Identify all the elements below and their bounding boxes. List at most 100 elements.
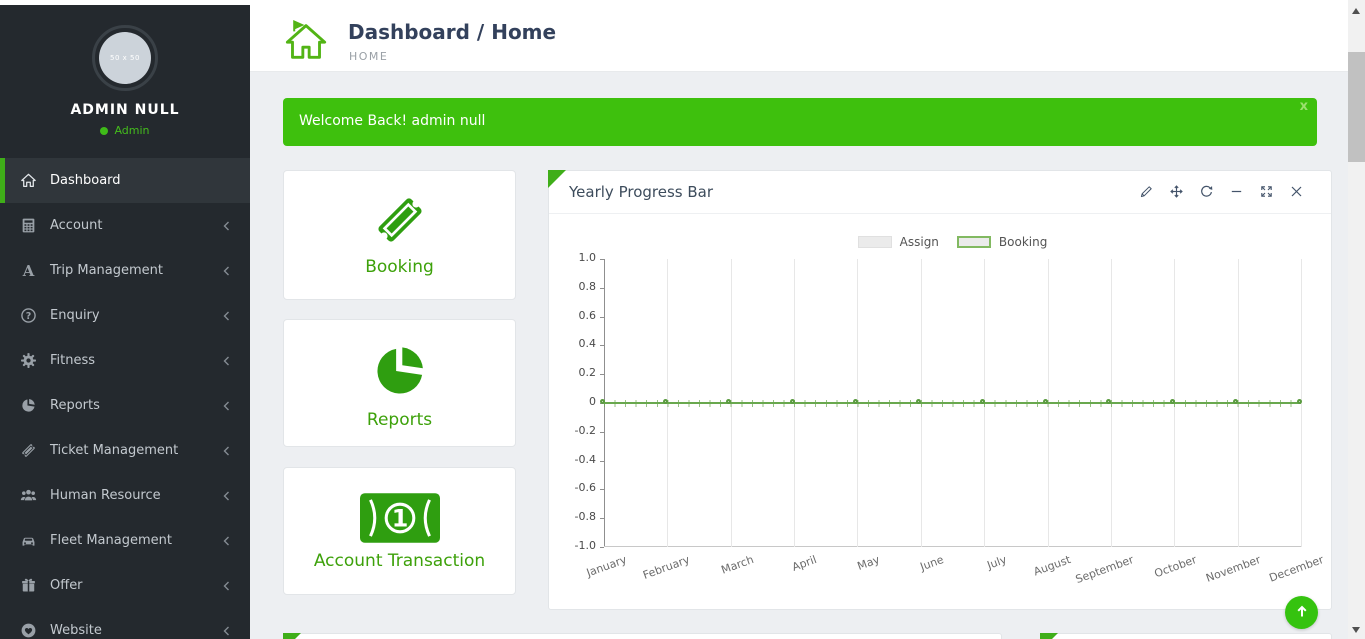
legend-label: Booking <box>999 235 1047 249</box>
svg-text:?: ? <box>26 311 32 322</box>
sidebar-item-label: Offer <box>50 578 83 593</box>
sidebar-item-offer[interactable]: Offer <box>0 563 250 608</box>
reports-card[interactable]: Reports <box>283 319 516 447</box>
money-icon: 1 <box>284 493 515 543</box>
chevron-left-icon <box>222 310 230 321</box>
chevron-left-icon <box>222 490 230 501</box>
scroll-to-top-button[interactable] <box>1285 596 1318 629</box>
y-axis-tick-label: 0 <box>550 395 596 408</box>
car-icon <box>20 532 37 549</box>
booking-card[interactable]: Booking <box>283 170 516 300</box>
pie-chart-icon <box>284 340 515 402</box>
arrow-up-icon <box>1294 603 1310 623</box>
sidebar-item-label: Website <box>50 623 102 638</box>
x-axis <box>604 546 1301 547</box>
edit-icon[interactable] <box>1139 184 1154 199</box>
svg-text:1: 1 <box>391 505 408 533</box>
account-transaction-card[interactable]: 1 Account Transaction <box>283 467 516 595</box>
close-icon[interactable]: x <box>1300 100 1308 114</box>
data-point-marker <box>1043 399 1048 404</box>
chevron-left-icon <box>222 445 230 456</box>
sidebar-item-label: Dashboard <box>50 173 121 188</box>
legend-swatch <box>957 236 991 248</box>
y-axis-tick-label: -0.2 <box>550 424 596 437</box>
sidebar-item-fitness[interactable]: Fitness <box>0 338 250 383</box>
scrollbar-up-arrow[interactable] <box>1352 8 1360 14</box>
trip-icon: A <box>20 262 37 279</box>
data-point-marker <box>916 399 921 404</box>
collapse-icon[interactable] <box>1229 184 1244 199</box>
sidebar-item-account[interactable]: Account <box>0 203 250 248</box>
sidebar-item-website[interactable]: Website <box>0 608 250 639</box>
sidebar-item-fleet-management[interactable]: Fleet Management <box>0 518 250 563</box>
bottom-panel-right <box>1040 633 1332 639</box>
close-icon[interactable] <box>1289 184 1304 199</box>
data-point-marker <box>726 399 731 404</box>
sidebar-item-human-resource[interactable]: Human Resource <box>0 473 250 518</box>
divider <box>549 213 1331 214</box>
y-axis-tick-label: 0.2 <box>550 366 596 379</box>
y-axis-tick-label: 1.0 <box>550 251 596 264</box>
sidebar-item-label: Account <box>50 218 103 233</box>
gear-icon <box>20 352 37 369</box>
scrollbar-thumb[interactable] <box>1348 52 1365 162</box>
ticket-icon <box>20 442 37 459</box>
online-status-dot <box>100 127 108 135</box>
chart-title: Yearly Progress Bar <box>569 183 713 201</box>
home-icon <box>283 17 329 63</box>
sidebar-item-enquiry[interactable]: ? Enquiry <box>0 293 250 338</box>
y-axis-tick <box>600 345 604 346</box>
quick-link-label: Account Transaction <box>284 551 515 571</box>
y-axis-tick <box>600 288 604 289</box>
quick-link-label: Reports <box>284 410 515 430</box>
sidebar-item-reports[interactable]: Reports <box>0 383 250 428</box>
legend-label: Assign <box>900 235 939 249</box>
ticket-icon <box>284 191 515 249</box>
y-axis-tick-label: -1.0 <box>550 539 596 552</box>
chevron-left-icon <box>222 400 230 411</box>
sidebar-item-label: Reports <box>50 398 100 413</box>
corner-ribbon <box>1040 633 1058 639</box>
corner-ribbon <box>548 170 566 188</box>
data-point-marker <box>1233 399 1238 404</box>
sidebar-item-label: Ticket Management <box>50 443 178 458</box>
sidebar-item-dashboard[interactable]: Dashboard <box>0 158 250 203</box>
chart-panel: Yearly Progress Bar <box>548 170 1332 610</box>
refresh-icon[interactable] <box>1199 184 1214 199</box>
y-axis-tick-label: 0.6 <box>550 309 596 322</box>
expand-icon[interactable] <box>1259 184 1274 199</box>
y-axis-tick <box>600 461 604 462</box>
question-icon: ? <box>20 307 37 324</box>
users-icon <box>20 487 37 504</box>
y-axis-tick <box>600 432 604 433</box>
alert-message: Welcome Back! admin null <box>299 113 485 129</box>
scrollbar-down-arrow[interactable] <box>1352 627 1360 633</box>
data-point-marker <box>663 399 668 404</box>
y-axis-tick <box>600 547 604 548</box>
sidebar-item-ticket-management[interactable]: Ticket Management <box>0 428 250 473</box>
y-axis-tick-label: 0.4 <box>550 337 596 350</box>
avatar: 50 x 50 <box>92 25 158 91</box>
role-label: Admin <box>114 124 149 137</box>
y-axis-tick <box>600 374 604 375</box>
sidebar-item-label: Fitness <box>50 353 95 368</box>
y-axis-tick <box>600 259 604 260</box>
globe-icon <box>20 622 37 639</box>
plot-area: 1.00.80.60.40.20-0.2-0.4-0.6-0.8-1.0Janu… <box>604 259 1301 547</box>
chevron-left-icon <box>222 220 230 231</box>
legend-item-assign: Assign <box>858 235 939 249</box>
data-point-marker <box>600 399 605 404</box>
avatar-placeholder: 50 x 50 <box>99 32 151 84</box>
y-axis-tick-label: -0.6 <box>550 481 596 494</box>
page-title: Dashboard / Home <box>348 20 556 44</box>
sidebar-menu: Dashboard Account A Trip Management ? <box>0 158 250 639</box>
quick-link-label: Booking <box>284 257 515 277</box>
y-axis-tick-label: -0.8 <box>550 510 596 523</box>
sidebar-item-label: Human Resource <box>50 488 161 503</box>
svg-text:A: A <box>22 262 35 279</box>
sidebar-item-trip-management[interactable]: A Trip Management <box>0 248 250 293</box>
scrollbar[interactable] <box>1348 0 1365 639</box>
pie-chart-icon <box>20 397 37 414</box>
move-icon[interactable] <box>1169 184 1184 199</box>
data-point-marker <box>980 399 985 404</box>
